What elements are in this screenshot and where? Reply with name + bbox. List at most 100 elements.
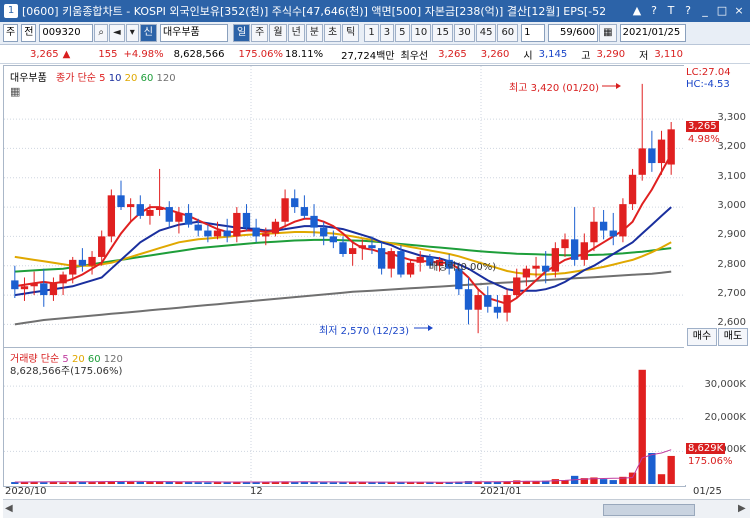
quote-bar: 3,265 ▲ 155 +4.98% 8,628,566 175.06% 18.… <box>0 45 750 64</box>
candle-body <box>329 236 338 243</box>
candle-body <box>513 277 521 296</box>
speaker-icon[interactable]: ◄ <box>109 24 125 42</box>
maximize-icon[interactable]: □ <box>715 4 729 18</box>
candle-body <box>271 221 280 234</box>
volume-bar <box>204 482 212 484</box>
candle-body <box>638 148 646 175</box>
search-icon[interactable]: ⌕ <box>94 24 109 42</box>
candle-body <box>628 174 637 205</box>
candle-body <box>493 306 502 313</box>
text-icon[interactable]: T <box>664 4 678 18</box>
close-icon[interactable]: × <box>732 4 746 18</box>
filter-icon[interactable]: ▾ <box>125 24 139 42</box>
volume-bar <box>628 472 637 484</box>
period-minute[interactable]: 분 <box>305 24 323 42</box>
candle-body <box>397 251 405 275</box>
volume-bar <box>551 479 560 484</box>
help2-icon[interactable]: ? <box>681 4 695 18</box>
price-tick-label: 3,100 <box>717 170 746 182</box>
minimize-icon[interactable]: _ <box>698 4 712 18</box>
candle-body <box>233 212 241 237</box>
candle-body <box>126 204 135 208</box>
candle-body <box>165 207 173 222</box>
trade-amount: 27,724백만 <box>341 50 395 62</box>
buy-button[interactable]: 매수 <box>687 328 717 346</box>
candle-body <box>69 259 77 275</box>
price-tick-label: 2,900 <box>717 229 746 241</box>
grid-icon[interactable]: ▦ <box>10 85 20 98</box>
candle-body <box>20 286 29 290</box>
period-day[interactable]: 일 <box>232 24 251 42</box>
candle-body <box>503 295 511 313</box>
volume-bar <box>609 480 617 484</box>
minute-1[interactable]: 1 <box>364 24 379 42</box>
minute-15[interactable]: 15 <box>432 24 453 42</box>
volume-chart-panel[interactable]: 거래량 단순 5 20 60 120 8,628,566주(175.06%) <box>3 347 686 487</box>
page-counter[interactable]: 59/600 <box>548 24 599 42</box>
period-tick[interactable]: 틱 <box>342 24 360 42</box>
best-bid: 3,260 <box>480 48 510 60</box>
change-percent: +4.98% <box>123 48 164 60</box>
minute-60[interactable]: 60 <box>497 24 519 42</box>
sell-button[interactable]: 매도 <box>718 328 748 346</box>
period-second[interactable]: 초 <box>323 24 342 42</box>
scroll-left-icon[interactable]: ◀ <box>5 503 13 514</box>
annotation-high: 최고 3,420 (01/20) <box>509 83 600 94</box>
candle-body <box>358 245 366 249</box>
volume-tick-label: 20,000K <box>704 411 746 423</box>
credit-badge: 신 <box>139 24 157 42</box>
candle-body <box>599 221 608 231</box>
up-arrow-icon[interactable]: ▲ <box>630 4 644 18</box>
legend-ma60: 60 <box>140 73 154 84</box>
window-title: [0600] 키움종합차트 - KOSPI 외국인보유[352(천)] 주식수[… <box>22 5 607 18</box>
count-input[interactable]: 1 <box>521 24 546 42</box>
price-tick-label: 2,600 <box>717 317 746 329</box>
date-input[interactable]: 2021/01/25 <box>619 24 686 42</box>
period-year[interactable]: 년 <box>287 24 305 42</box>
price-chart[interactable] <box>4 66 685 348</box>
candle-body <box>542 265 550 272</box>
volume-bar <box>648 453 656 484</box>
candle-body <box>194 224 202 231</box>
x-label-end: 01/25 <box>693 486 722 497</box>
candle-body <box>339 242 347 254</box>
code-input[interactable]: 009320 <box>39 24 94 42</box>
high-label: 고 <box>581 50 591 62</box>
volume-summary: 8,628,566주(175.06%) <box>10 366 123 377</box>
market-select[interactable]: 주 <box>3 24 19 42</box>
minute-5[interactable]: 5 <box>395 24 410 42</box>
best-ask-label: 최우선 <box>400 50 429 62</box>
candle-body <box>561 239 569 249</box>
volume-bar <box>59 482 67 484</box>
volume-bar <box>88 482 96 484</box>
high-price: 3,290 <box>596 48 626 60</box>
scroll-right-icon[interactable]: ▶ <box>738 503 746 514</box>
market2-select[interactable]: 전 <box>21 24 37 42</box>
chart-scrollbar[interactable]: ◀ ▶ <box>3 499 750 518</box>
candle-body <box>98 236 106 257</box>
scroll-thumb[interactable] <box>603 504 695 516</box>
period-week[interactable]: 주 <box>251 24 269 42</box>
volume-percent-tag: 175.06% <box>688 456 733 467</box>
volume-bar <box>667 455 675 484</box>
help-icon[interactable]: ? <box>647 4 661 18</box>
minute-30[interactable]: 30 <box>453 24 475 42</box>
candle-body <box>204 230 212 237</box>
low-label: 저 <box>639 50 649 62</box>
hc-value: HC:-4.53 <box>686 79 730 90</box>
price-chart-panel[interactable]: 대우부품 종가 단순 5 10 20 60 120 ▦ 최고 3,420 (01… <box>3 65 686 349</box>
period-month[interactable]: 월 <box>269 24 287 42</box>
candle-body <box>522 268 531 278</box>
candle-body <box>648 148 656 164</box>
x-label-dec: 12 <box>250 486 263 497</box>
candle-body <box>387 251 395 269</box>
calendar-icon[interactable]: ▦ <box>599 24 617 42</box>
candle-body <box>348 248 357 254</box>
price-tick-label: 3,200 <box>717 141 746 153</box>
minute-45[interactable]: 45 <box>475 24 497 42</box>
minute-10[interactable]: 10 <box>410 24 432 42</box>
candle-body <box>281 198 289 222</box>
volume-bar <box>20 482 29 484</box>
price-tick-label: 3,000 <box>717 200 746 212</box>
minute-3[interactable]: 3 <box>379 24 395 42</box>
